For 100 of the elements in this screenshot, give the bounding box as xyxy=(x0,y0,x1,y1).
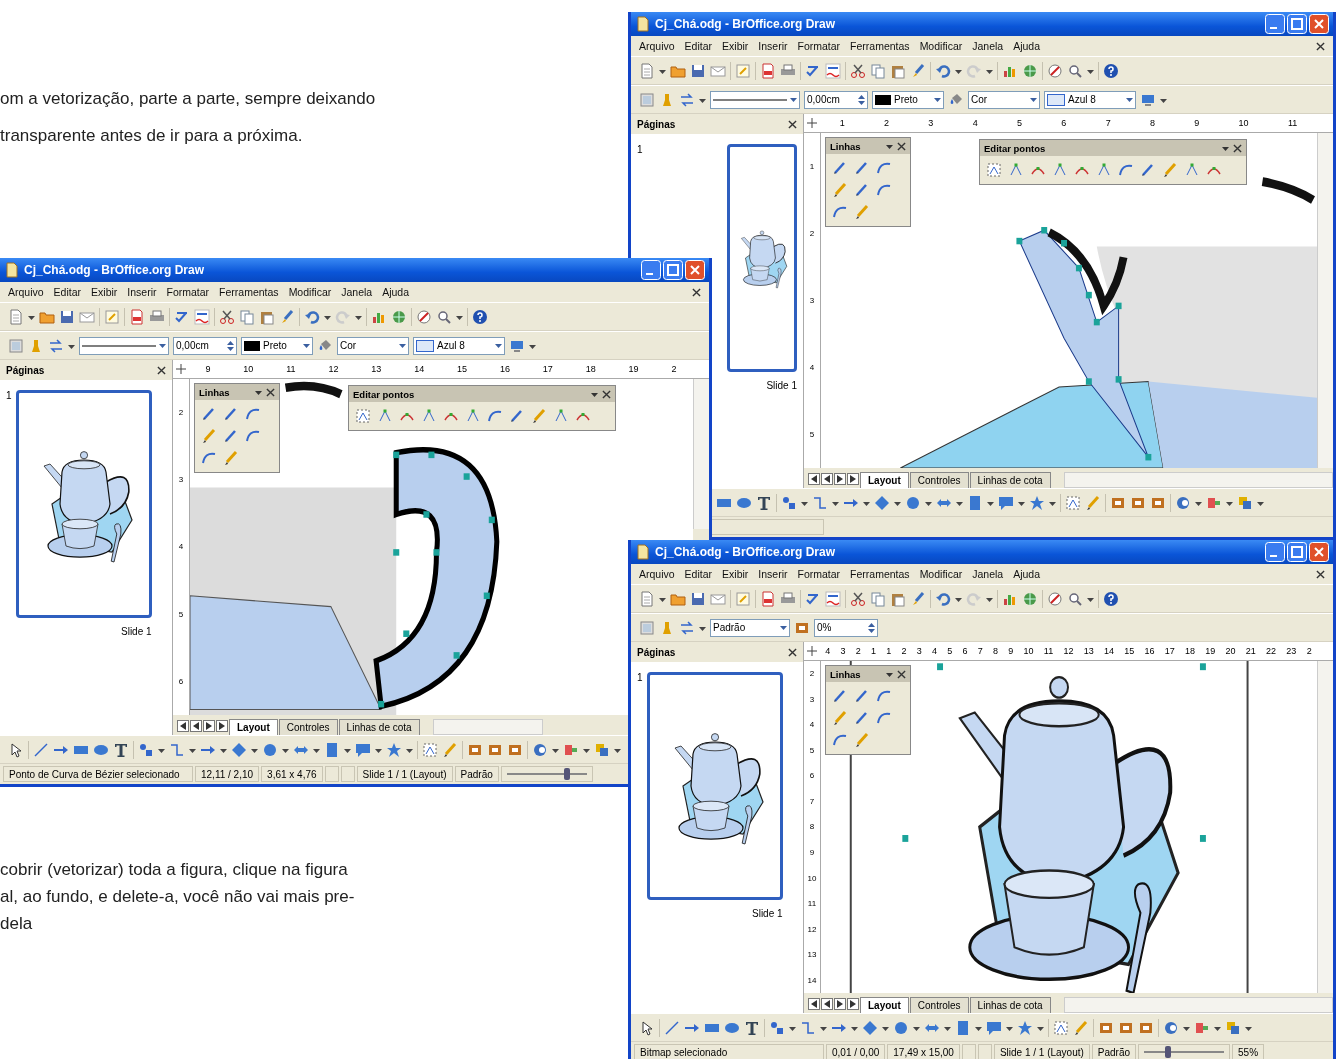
minimize-icon[interactable] xyxy=(1265,542,1285,562)
undo-icon[interactable] xyxy=(304,308,320,325)
flowchart-icon[interactable] xyxy=(955,1019,971,1036)
scissors-icon[interactable] xyxy=(219,308,235,325)
node-icon[interactable] xyxy=(553,408,569,424)
spin-field[interactable]: 0% xyxy=(814,618,878,637)
menu-item[interactable]: Inserir xyxy=(127,286,157,298)
save-icon[interactable] xyxy=(59,308,75,325)
menu-item[interactable]: Exibir xyxy=(722,568,749,580)
menu-item[interactable]: Janela xyxy=(972,40,1004,52)
slide-thumbnail[interactable] xyxy=(646,672,783,900)
vertical-scrollbar[interactable] xyxy=(693,379,709,529)
navigator-icon[interactable] xyxy=(1047,590,1063,607)
arrows-icon[interactable] xyxy=(48,337,64,354)
layer-tab[interactable]: Controles xyxy=(278,719,338,735)
curve-icon[interactable] xyxy=(876,182,892,198)
nav-arrow-icon[interactable] xyxy=(821,473,833,485)
menu-item[interactable]: Modificar xyxy=(288,286,332,298)
menu-item[interactable]: Inserir xyxy=(758,40,788,52)
rotate-icon[interactable] xyxy=(1163,1019,1179,1036)
rotate-icon[interactable] xyxy=(532,741,548,758)
line-icon[interactable] xyxy=(664,1019,680,1036)
undo-icon[interactable] xyxy=(935,62,951,79)
node-icon[interactable] xyxy=(377,408,393,424)
menu-item[interactable]: Inserir xyxy=(758,568,788,580)
points-icon[interactable] xyxy=(355,408,371,424)
menu-item[interactable]: Janela xyxy=(972,568,1004,580)
horizontal-scrollbar[interactable] xyxy=(1063,997,1333,1013)
node-icon[interactable] xyxy=(1184,162,1200,178)
pen-icon[interactable] xyxy=(832,160,848,176)
style-dropdown[interactable]: Padrão xyxy=(710,618,790,637)
pen-icon[interactable] xyxy=(854,688,870,704)
curve-icon[interactable] xyxy=(1118,162,1134,178)
pdf-document-icon[interactable] xyxy=(760,590,776,607)
circle-icon[interactable] xyxy=(893,1019,909,1036)
circle-icon[interactable] xyxy=(262,741,278,758)
close-icon[interactable] xyxy=(692,287,701,297)
curve-icon[interactable] xyxy=(245,428,261,444)
menu-item[interactable]: Ferramentas xyxy=(850,568,910,580)
wavy-underline-icon[interactable] xyxy=(825,590,841,607)
menu-item[interactable]: Ferramentas xyxy=(219,286,279,298)
star-icon[interactable] xyxy=(1029,494,1045,511)
pointer-icon[interactable] xyxy=(8,741,24,758)
vertical-scrollbar[interactable] xyxy=(1317,661,1333,993)
menu-item[interactable]: Janela xyxy=(341,286,373,298)
curve-icon[interactable] xyxy=(487,408,503,424)
menu-item[interactable]: Modificar xyxy=(919,568,963,580)
zoom-icon[interactable] xyxy=(1067,62,1083,79)
layer-tab[interactable]: Linhas de cota xyxy=(969,472,1051,488)
callout-icon[interactable] xyxy=(986,1019,1002,1036)
node-icon[interactable] xyxy=(421,408,437,424)
diamond-icon[interactable] xyxy=(862,1019,878,1036)
menu-item[interactable]: Formatar xyxy=(797,40,841,52)
pen-icon[interactable] xyxy=(854,710,870,726)
spin-field[interactable]: 0,00cm xyxy=(173,336,237,355)
line-style-dropdown[interactable] xyxy=(710,90,800,109)
pen-icon[interactable] xyxy=(1140,162,1156,178)
menu-item[interactable]: Ajuda xyxy=(382,286,410,298)
pen-icon[interactable] xyxy=(223,428,239,444)
brush-icon[interactable] xyxy=(910,62,926,79)
star-icon[interactable] xyxy=(1017,1019,1033,1036)
layer-tab[interactable]: Controles xyxy=(909,997,969,1013)
scissors-icon[interactable] xyxy=(850,590,866,607)
horizontal-scrollbar[interactable] xyxy=(432,719,543,735)
vertical-scrollbar[interactable] xyxy=(1317,133,1333,468)
node-icon[interactable] xyxy=(1052,162,1068,178)
circle-icon[interactable] xyxy=(905,494,921,511)
arrange-icon[interactable] xyxy=(1237,494,1253,511)
minimize-icon[interactable] xyxy=(1265,14,1285,34)
horizontal-scrollbar[interactable] xyxy=(1063,472,1333,488)
maximize-icon[interactable] xyxy=(1287,14,1307,34)
wavy-underline-icon[interactable] xyxy=(825,62,841,79)
pen-icon[interactable] xyxy=(509,408,525,424)
menu-item[interactable]: Ajuda xyxy=(1013,40,1041,52)
pdf-document-icon[interactable] xyxy=(129,308,145,325)
nav-arrow-icon[interactable] xyxy=(834,473,846,485)
close-icon[interactable] xyxy=(897,669,906,679)
slide-thumbnail[interactable] xyxy=(727,144,797,372)
globe-icon[interactable] xyxy=(1022,590,1038,607)
diamond-icon[interactable] xyxy=(874,494,890,511)
navigator-icon[interactable] xyxy=(1047,62,1063,79)
node-icon[interactable] xyxy=(465,408,481,424)
basic-shapes-icon[interactable] xyxy=(138,741,154,758)
menu-item[interactable]: Arquivo xyxy=(8,286,44,298)
save-icon[interactable] xyxy=(690,62,706,79)
scissors-icon[interactable] xyxy=(850,62,866,79)
area-style-dropdown[interactable]: Cor xyxy=(337,336,409,355)
rotate-icon[interactable] xyxy=(1175,494,1191,511)
minimize-icon[interactable] xyxy=(641,260,661,280)
text-tool-icon[interactable] xyxy=(756,494,772,511)
layer-tab[interactable]: Layout xyxy=(860,472,909,488)
close-icon[interactable] xyxy=(266,387,275,397)
menu-item[interactable]: Formatar xyxy=(797,568,841,580)
slider-thumb[interactable] xyxy=(1165,1046,1172,1058)
close-icon[interactable] xyxy=(1316,569,1325,579)
wavy-underline-icon[interactable] xyxy=(194,308,210,325)
diamond-icon[interactable] xyxy=(231,741,247,758)
close-icon[interactable] xyxy=(897,141,906,151)
menu-item[interactable]: Arquivo xyxy=(639,568,675,580)
maximize-icon[interactable] xyxy=(1287,542,1307,562)
